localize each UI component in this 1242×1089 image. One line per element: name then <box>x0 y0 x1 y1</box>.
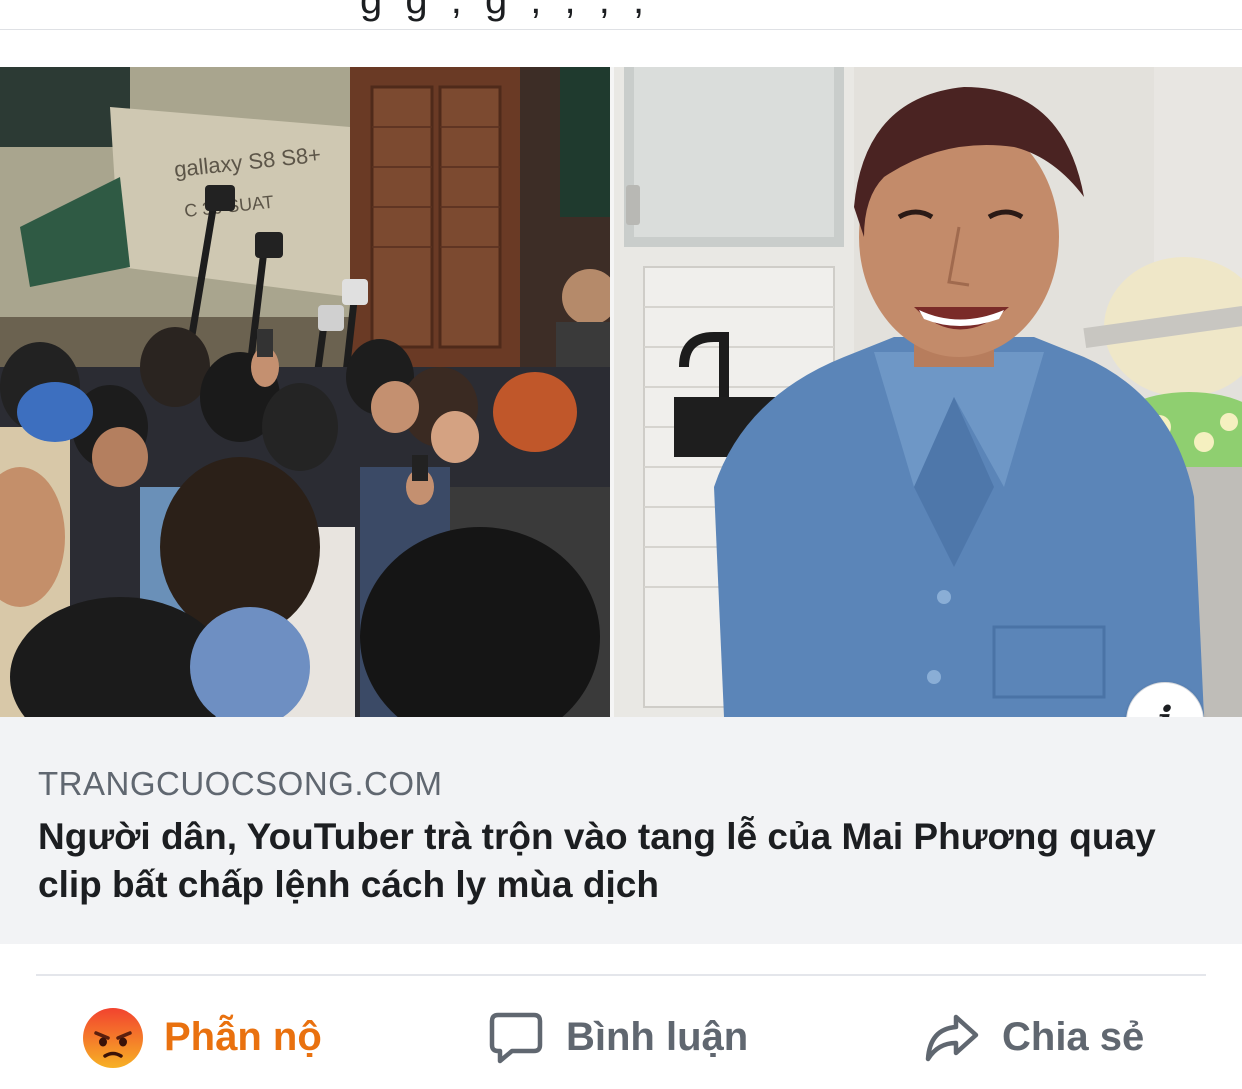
link-caption[interactable]: TRANGCUOCSONG.COM Người dân, YouTuber tr… <box>0 717 1242 944</box>
comment-label: Bình luận <box>566 1015 749 1059</box>
previous-post-text-clipped: g g , g , , , , <box>0 0 1242 30</box>
react-label: Phẫn nộ <box>164 1015 322 1059</box>
clipped-glyphs: g g , g , , , , <box>360 0 651 22</box>
feed-post: g g , g , , , , gallaxy S8 S8+ C 30 SUAT <box>0 0 1242 1089</box>
comment-button[interactable]: Bình luận <box>488 990 748 1085</box>
link-domain: TRANGCUOCSONG.COM <box>38 765 443 802</box>
crowd-photo: gallaxy S8 S8+ C 30 SUAT <box>0 67 610 717</box>
action-bar-divider <box>36 974 1206 976</box>
react-button[interactable]: Phẫn nộ <box>82 990 322 1085</box>
angry-emoji-icon <box>82 1007 144 1069</box>
link-preview-image[interactable]: gallaxy S8 S8+ C 30 SUAT <box>0 67 1242 717</box>
link-headline[interactable]: Người dân, YouTuber trà trộn vào tang lễ… <box>38 813 1218 909</box>
share-arrow-icon <box>924 1013 980 1063</box>
share-label: Chia sẻ <box>1002 1015 1145 1059</box>
portrait-photo <box>614 67 1242 717</box>
post-action-bar: Phẫn nộ Bình luận Chia sẻ <box>0 990 1242 1085</box>
info-icon: i <box>1157 698 1172 718</box>
share-button[interactable]: Chia sẻ <box>924 990 1144 1085</box>
link-preview-card[interactable]: gallaxy S8 S8+ C 30 SUAT <box>0 67 1242 944</box>
comment-bubble-icon <box>488 1011 544 1065</box>
